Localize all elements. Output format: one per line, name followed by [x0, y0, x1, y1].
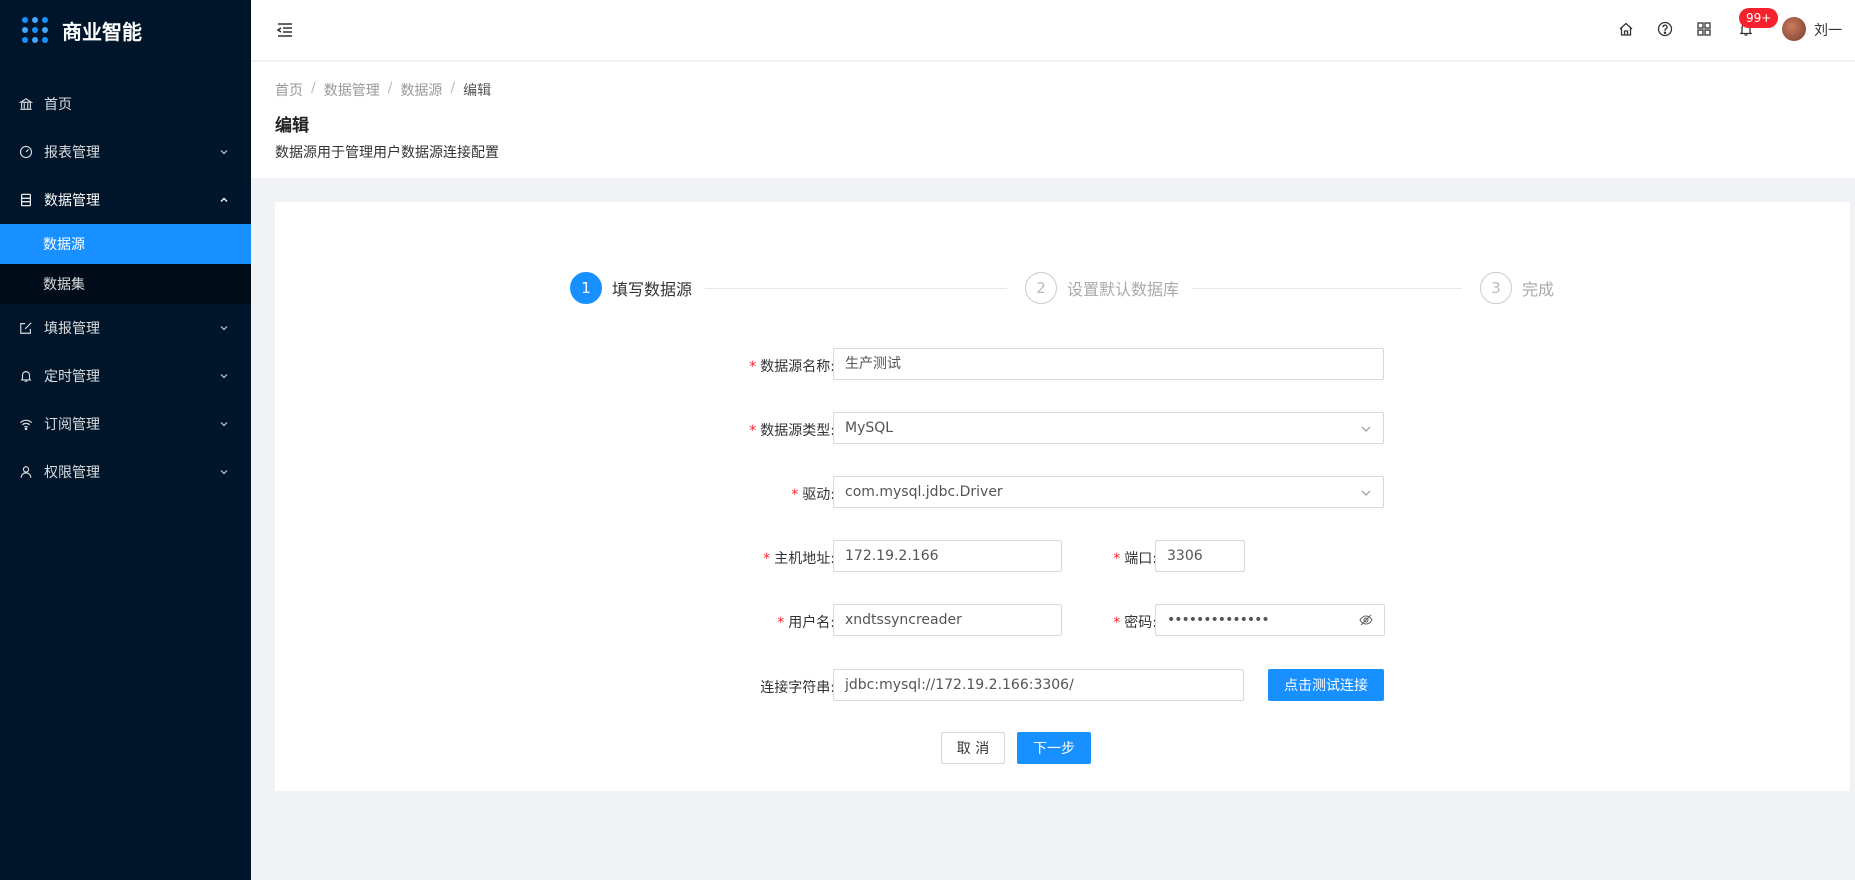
sidebar: 商业智能 首页 报表管理 数据管理 数据源 数据集 填报管理 定时管理 订阅管理… — [0, 0, 251, 880]
sidebar-item-label: 数据管理 — [44, 193, 100, 209]
password-input[interactable]: •••••••••••••• — [1155, 604, 1385, 636]
form-card: 1 填写数据源 2 设置默认数据库 3 完成 * 数据源名称: 生产测试 * 数据源… — [275, 202, 1850, 791]
chevron-down-icon — [220, 326, 228, 331]
sidebar-item-schedule[interactable]: 定时管理 — [0, 352, 251, 400]
test-connection-button[interactable]: 点击测试连接 — [1268, 669, 1384, 701]
breadcrumb-data-management[interactable]: 数据管理 — [324, 80, 380, 100]
sidebar-item-label: 报表管理 — [44, 145, 100, 161]
notification-badge: 99+ — [1739, 8, 1779, 28]
username[interactable]: 刘一 — [1814, 20, 1842, 40]
username-label: * 用户名: — [777, 615, 835, 631]
host-input[interactable]: 172.19.2.166 — [833, 540, 1062, 572]
step-label: 完成 — [1522, 280, 1555, 299]
apps-grid-icon — [22, 17, 48, 43]
step-3: 3 完成 — [1480, 272, 1554, 304]
sidebar-item-subscribe[interactable]: 订阅管理 — [0, 400, 251, 448]
driver-label: * 驱动: — [791, 487, 835, 503]
sidebar-item-label: 订阅管理 — [44, 417, 100, 433]
bell-icon — [18, 368, 34, 384]
logo[interactable]: 商业智能 — [0, 0, 251, 60]
avatar[interactable] — [1782, 17, 1806, 41]
port-label: * 端口: — [1113, 551, 1157, 567]
sidebar-item-label: 数据集 — [43, 277, 85, 293]
chevron-up-icon — [220, 197, 228, 202]
breadcrumb-separator: / — [450, 80, 456, 96]
step-number: 2 — [1025, 272, 1057, 304]
bank-icon — [18, 96, 34, 112]
step-1: 1 填写数据源 — [570, 272, 692, 304]
app-title: 商业智能 — [62, 19, 142, 44]
user-icon — [18, 464, 34, 480]
sidebar-item-fill[interactable]: 填报管理 — [0, 304, 251, 352]
eye-invisible-icon[interactable] — [1359, 613, 1373, 627]
menu-fold-icon[interactable] — [275, 20, 295, 40]
breadcrumb-datasource[interactable]: 数据源 — [400, 80, 442, 100]
datasource-name-input[interactable]: 生产测试 — [833, 348, 1384, 380]
sidebar-item-label: 填报管理 — [44, 321, 100, 337]
conn-label: 连接字符串: — [760, 680, 835, 696]
page-title: 编辑 — [275, 116, 309, 136]
sidebar-item-label: 数据源 — [43, 237, 85, 253]
chevron-down-icon — [220, 470, 228, 475]
port-input[interactable]: 3306 — [1155, 540, 1245, 572]
sidebar-item-dataset[interactable]: 数据集 — [0, 264, 251, 304]
chevron-down-icon — [220, 374, 228, 379]
step-connector — [705, 288, 1007, 289]
database-icon — [18, 192, 34, 208]
sidebar-item-label: 定时管理 — [44, 369, 100, 385]
page-header: 首页 / 数据管理 / 数据源 / 编辑 编辑 数据源用于管理用户数据源连接配置 — [251, 62, 1855, 178]
wifi-icon — [18, 416, 34, 432]
sidebar-item-data[interactable]: 数据管理 — [0, 176, 251, 224]
username-input[interactable]: xndtssyncreader — [833, 604, 1062, 636]
breadcrumb: 首页 / 数据管理 / 数据源 / 编辑 — [275, 80, 491, 100]
sidebar-item-reports[interactable]: 报表管理 — [0, 128, 251, 176]
breadcrumb-separator: / — [387, 80, 393, 96]
type-label: * 数据源类型: — [749, 423, 835, 439]
step-label: 设置默认数据库 — [1067, 280, 1180, 299]
cancel-button[interactable]: 取 消 — [941, 732, 1005, 764]
side-menu: 首页 报表管理 数据管理 数据源 数据集 填报管理 定时管理 订阅管理 权限管理 — [0, 80, 251, 496]
name-label: * 数据源名称: — [749, 359, 835, 375]
sidebar-item-home[interactable]: 首页 — [0, 80, 251, 128]
breadcrumb-separator: / — [311, 80, 316, 96]
sidebar-item-datasource[interactable]: 数据源 — [0, 224, 251, 264]
step-number: 3 — [1480, 272, 1512, 304]
sidebar-item-label: 权限管理 — [44, 465, 100, 481]
step-connector — [1192, 288, 1462, 289]
apps-icon[interactable] — [1696, 21, 1712, 37]
host-label: * 主机地址: — [763, 551, 835, 567]
datasource-type-select[interactable]: MySQL — [833, 412, 1384, 444]
next-button[interactable]: 下一步 — [1017, 732, 1091, 764]
sidebar-item-label: 首页 — [44, 97, 72, 113]
top-header: 99+ 刘一 — [251, 0, 1855, 61]
dashboard-icon — [18, 144, 34, 160]
edit-icon — [18, 320, 34, 336]
connection-string-input[interactable]: jdbc:mysql://172.19.2.166:3306/ — [833, 669, 1244, 701]
chevron-down-icon — [1361, 490, 1371, 496]
chevron-down-icon — [220, 422, 228, 427]
page-description: 数据源用于管理用户数据源连接配置 — [275, 145, 499, 161]
chevron-down-icon — [1361, 426, 1371, 432]
step-2: 2 设置默认数据库 — [1025, 272, 1179, 304]
data-submenu: 数据源 数据集 — [0, 224, 251, 304]
steps: 1 填写数据源 2 设置默认数据库 3 完成 — [570, 272, 1570, 304]
password-label: * 密码: — [1113, 615, 1157, 631]
chevron-down-icon — [220, 150, 228, 155]
driver-select[interactable]: com.mysql.jdbc.Driver — [833, 476, 1384, 508]
breadcrumb-home[interactable]: 首页 — [275, 80, 303, 100]
home-icon[interactable] — [1618, 21, 1634, 37]
breadcrumb-current: 编辑 — [463, 83, 492, 99]
sidebar-item-permissions[interactable]: 权限管理 — [0, 448, 251, 496]
step-number: 1 — [570, 272, 602, 304]
help-icon[interactable] — [1657, 21, 1673, 37]
step-label: 填写数据源 — [612, 280, 693, 299]
